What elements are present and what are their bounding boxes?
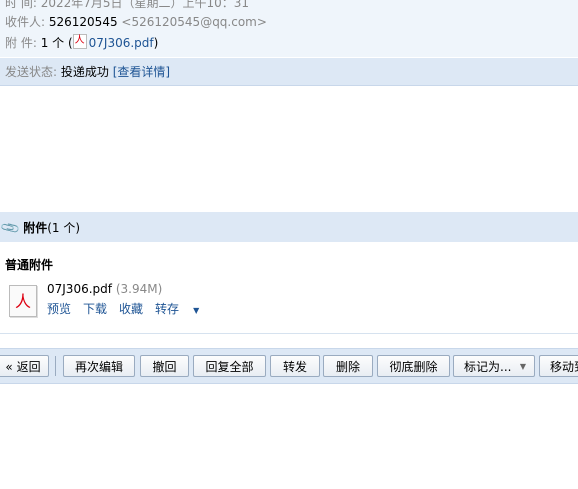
- delete-permanently-button[interactable]: 彻底删除: [377, 355, 450, 377]
- attachments-header: 📎附件(1 个): [0, 212, 578, 242]
- save-to-label: 转存: [155, 302, 180, 316]
- mark-as-label: 标记为...: [464, 360, 512, 374]
- recipient-label: 收件人:: [5, 15, 46, 29]
- forward-button[interactable]: 转发: [270, 355, 320, 377]
- paperclip-icon: 📎: [0, 217, 22, 240]
- move-to-dropdown[interactable]: 移动到: [539, 355, 578, 377]
- attachment-actions: 预览 下载 收藏 转存 ▼: [47, 300, 223, 317]
- recipient-email: <526120545@qq.com>: [121, 15, 267, 29]
- back-button[interactable]: « 返回: [0, 355, 49, 377]
- send-status-value: 投递成功: [60, 65, 109, 79]
- normal-attachments-title: 普通附件: [5, 258, 54, 272]
- recipient-name[interactable]: 526120545: [49, 15, 118, 29]
- attachments-header-row: 📎附件(1 个): [0, 217, 81, 240]
- divider: [0, 333, 578, 334]
- reply-all-button[interactable]: 回复全部: [193, 355, 266, 377]
- chevron-down-icon: ▼: [519, 362, 526, 371]
- time-row: 时 间: 2022年7月5日（星期二）上午10：31: [5, 0, 249, 11]
- attachments-count: (1 个): [47, 221, 81, 235]
- favorite-link[interactable]: 收藏: [119, 302, 143, 316]
- pdf-icon: [72, 33, 87, 49]
- time-value: 2022年7月5日（星期二）上午10：31: [40, 0, 250, 10]
- send-status-label: 发送状态:: [5, 65, 58, 79]
- attachment-file-link[interactable]: 07J306.pdf: [89, 36, 154, 50]
- attachment-close: ): [153, 36, 159, 50]
- pdf-file-icon[interactable]: [9, 285, 37, 317]
- view-details-link[interactable]: [查看详情]: [113, 65, 170, 79]
- attachment-label: 附 件:: [5, 36, 37, 50]
- attachment-count: 1 个 (: [40, 36, 73, 50]
- attachment-row: 附 件: 1 个 ( 07J306.pdf): [5, 33, 159, 51]
- recall-button[interactable]: 撤回: [140, 355, 189, 377]
- send-status-row: 发送状态: 投递成功 [查看详情]: [5, 64, 170, 80]
- attachments-title: 附件: [23, 221, 48, 235]
- recipient-row: 收件人: 526120545 <526120545@qq.com>: [5, 14, 267, 30]
- mail-header: 时 间: 2022年7月5日（星期二）上午10：31 收件人: 52612054…: [0, 0, 578, 57]
- time-label: 时 间:: [5, 0, 37, 10]
- action-toolbar: « 返回 再次编辑 撤回 回复全部 转发 删除 彻底删除 标记为... ▼ 移动到: [0, 348, 578, 384]
- preview-link[interactable]: 预览: [47, 302, 71, 316]
- chevron-down-icon: ▼: [193, 306, 200, 315]
- save-to-link[interactable]: 转存 ▼: [155, 302, 211, 316]
- delete-button[interactable]: 删除: [323, 355, 373, 377]
- mark-as-dropdown[interactable]: 标记为... ▼: [453, 355, 535, 377]
- re-edit-button[interactable]: 再次编辑: [63, 355, 135, 377]
- attachment-item: 07J306.pdf (3.94M): [47, 282, 162, 296]
- toolbar-separator: [55, 356, 56, 376]
- attachment-file-size: (3.94M): [115, 282, 163, 296]
- attachment-file-name: 07J306.pdf: [47, 282, 112, 296]
- download-link[interactable]: 下载: [83, 302, 107, 316]
- send-status-bar: 发送状态: 投递成功 [查看详情]: [0, 58, 578, 86]
